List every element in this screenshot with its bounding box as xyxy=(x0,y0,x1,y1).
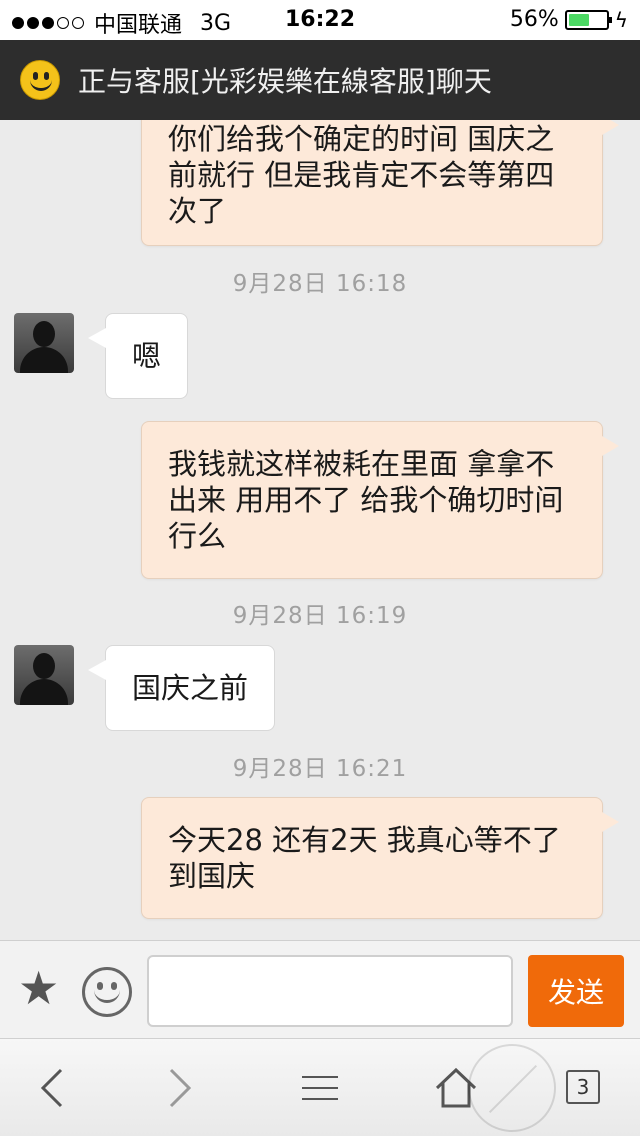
chat-header: 正与客服[光彩娱樂在線客服]聊天 xyxy=(0,40,640,120)
agent-avatar[interactable] xyxy=(14,645,74,705)
footprint-icon[interactable] xyxy=(468,1044,556,1132)
chevron-left-icon[interactable] xyxy=(30,1063,74,1113)
message-line: 今天28 还有2天 我真心等不了 xyxy=(168,823,561,857)
battery-percent: 56% xyxy=(509,7,559,32)
star-icon[interactable]: ★ xyxy=(18,965,59,1011)
agent-avatar[interactable] xyxy=(14,313,74,373)
status-right: 56% ϟ xyxy=(510,7,628,32)
outgoing-message[interactable]: 今天28 还有2天 我真心等不了 到国庆 xyxy=(141,797,619,919)
battery-icon xyxy=(564,9,612,30)
smiley-icon xyxy=(20,60,60,100)
status-bar: 中国联通 3G 16:22 56% ϟ xyxy=(0,0,640,40)
send-button[interactable]: 发送 xyxy=(528,955,624,1027)
message-timestamp: 9月28日 16:18 xyxy=(232,271,408,297)
message-line: 你们给我个确定的时间 国庆之 xyxy=(168,122,555,156)
hamburger-menu-icon[interactable] xyxy=(300,1063,340,1113)
message-line: 行么 xyxy=(168,519,227,553)
message-line: 次了 xyxy=(168,194,227,228)
tab-count-button[interactable]: 3 xyxy=(566,1070,600,1104)
incoming-message[interactable]: 嗯 xyxy=(87,313,189,399)
chevron-right-icon[interactable] xyxy=(158,1063,202,1113)
message-timestamp: 9月28日 16:19 xyxy=(232,603,408,629)
message-line: 到国庆 xyxy=(168,859,256,893)
message-line: 我钱就这样被耗在里面 拿拿不 xyxy=(168,447,555,481)
chat-title: 正与客服[光彩娱樂在線客服]聊天 xyxy=(78,65,492,98)
outgoing-message[interactable]: 你们给我个确定的时间 国庆之 前就行 但是我肯定不会等第四 次了 xyxy=(141,120,619,246)
incoming-message[interactable]: 国庆之前 xyxy=(87,645,276,731)
message-line: 前就行 但是我肯定不会等第四 xyxy=(168,158,555,192)
message-list[interactable]: 你们给我个确定的时间 国庆之 前就行 但是我肯定不会等第四 次了 9月28日 1… xyxy=(0,120,640,940)
message-input[interactable] xyxy=(147,955,513,1027)
charging-icon: ϟ xyxy=(614,7,628,32)
smiley-face-icon[interactable] xyxy=(82,967,132,1017)
outgoing-message[interactable]: 我钱就这样被耗在里面 拿拿不 出来 用用不了 给我个确切时间 行么 xyxy=(141,421,619,579)
message-timestamp: 9月28日 16:21 xyxy=(232,756,408,782)
message-input-bar: ★ 发送 xyxy=(0,940,640,1038)
app-screen: 中国联通 3G 16:22 56% ϟ 正与客服[光彩娱樂在線客服]聊天 你们给… xyxy=(0,0,640,1136)
message-line: 出来 用用不了 给我个确切时间 xyxy=(168,483,564,517)
